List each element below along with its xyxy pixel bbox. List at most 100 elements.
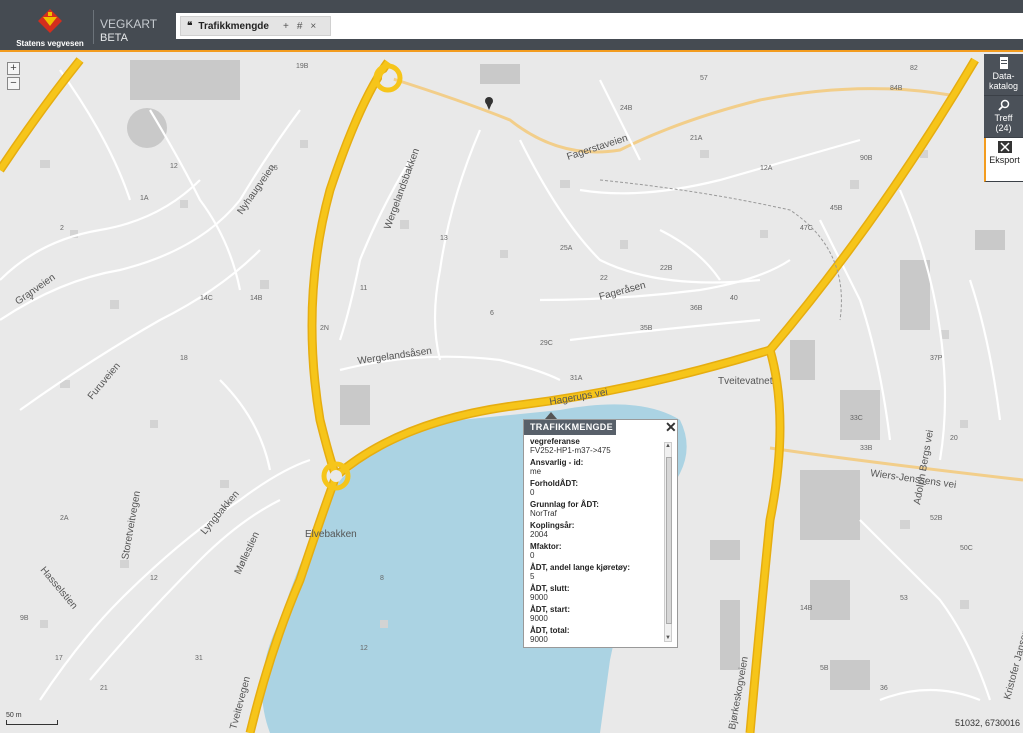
app-title: VEGKART	[100, 17, 158, 31]
attr-row: Mfaktor: 0	[530, 542, 562, 560]
statens-vegvesen-logo[interactable]: Statens vegvesen	[10, 6, 90, 48]
svg-text:9B: 9B	[20, 615, 29, 622]
svg-text:12A: 12A	[760, 165, 773, 172]
svg-text:84B: 84B	[890, 85, 903, 92]
attr-row: Koplingsår: 2004	[530, 521, 575, 539]
datakatalog-label-2: katalog	[988, 81, 1019, 91]
svg-text:17: 17	[55, 655, 63, 662]
attr-row: ForholdÅDT: 0	[530, 479, 578, 497]
attr-row: Grunnlag for ÅDT: NorTraf	[530, 500, 599, 518]
coordinate-readout: 51032, 6730016	[955, 718, 1021, 728]
export-icon	[986, 141, 1023, 153]
map-canvas[interactable]: Hagerups vei Wergelandsåsen Fageråsen El…	[0, 54, 1023, 733]
svg-text:22: 22	[600, 275, 608, 282]
svg-text:82: 82	[910, 65, 918, 72]
chip-label: Trafikkmengde	[198, 20, 269, 32]
svg-text:31A: 31A	[570, 375, 583, 382]
svg-text:12: 12	[150, 575, 158, 582]
svg-text:13: 13	[440, 235, 448, 242]
close-icon[interactable]: ✕	[665, 420, 677, 434]
scale-line	[6, 720, 58, 725]
svg-text:2A: 2A	[60, 515, 69, 522]
document-icon	[984, 57, 1023, 69]
search-icon	[984, 99, 1023, 111]
zoom-out-button[interactable]: −	[7, 77, 20, 90]
svg-text:4: 4	[30, 295, 34, 302]
popup-scrollbar[interactable]: ▲ ▼	[664, 442, 672, 642]
svg-text:33C: 33C	[850, 415, 863, 422]
svg-text:37P: 37P	[930, 355, 943, 362]
map-svg: Hagerups vei Wergelandsåsen Fageråsen El…	[0, 54, 1023, 733]
svg-text:15: 15	[270, 165, 278, 172]
svg-text:21A: 21A	[690, 135, 703, 142]
scroll-down-icon[interactable]: ▼	[665, 635, 671, 641]
svg-text:24B: 24B	[620, 105, 633, 112]
popup-pointer	[545, 412, 557, 419]
svg-text:45B: 45B	[830, 205, 843, 212]
search-bar[interactable]: ❝ Trafikkmengde + # ×	[176, 13, 1023, 39]
svg-text:50C: 50C	[960, 545, 973, 552]
svg-text:53: 53	[900, 595, 908, 602]
zoom-controls: + −	[7, 62, 20, 92]
attr-row: vegreferanse FV252-HP1-m37->475	[530, 437, 611, 455]
logo-text: Statens vegvesen	[16, 39, 84, 48]
svg-text:6: 6	[490, 310, 494, 317]
road-label-tveitevatnet: Tveitevatnet	[718, 376, 773, 387]
svg-text:33B: 33B	[860, 445, 873, 452]
svg-text:31: 31	[195, 655, 203, 662]
svg-text:29C: 29C	[540, 340, 553, 347]
header-divider	[93, 10, 94, 44]
feature-popup: TRAFIKKMENGDE ✕ vegreferanse FV252-HP1-m3…	[523, 419, 678, 648]
add-icon[interactable]: +	[283, 21, 289, 32]
filter-icon[interactable]: #	[297, 21, 303, 32]
scale-bar: 50 m	[6, 712, 58, 725]
svg-text:22B: 22B	[660, 265, 673, 272]
svg-text:20: 20	[950, 435, 958, 442]
svg-text:12: 12	[170, 163, 178, 170]
right-toolbar: Data- katalog Treff (24) Eksport	[984, 54, 1023, 182]
svg-text:35B: 35B	[640, 325, 653, 332]
svg-text:52B: 52B	[930, 515, 943, 522]
svg-text:12: 12	[360, 645, 368, 652]
svg-text:25A: 25A	[560, 245, 573, 252]
attr-row: Ansvarlig - id: me	[530, 458, 584, 476]
svg-text:36: 36	[880, 685, 888, 692]
treff-button[interactable]: Treff (24)	[984, 96, 1023, 138]
zoom-in-button[interactable]: +	[7, 62, 20, 75]
eksport-label: Eksport	[989, 155, 1020, 165]
logo-icon	[37, 8, 63, 34]
datakatalog-button[interactable]: Data- katalog	[984, 54, 1023, 96]
svg-text:5B: 5B	[820, 665, 829, 672]
svg-text:14B: 14B	[800, 605, 813, 612]
svg-text:21: 21	[100, 685, 108, 692]
popup-title: TRAFIKKMENGDE	[524, 420, 616, 435]
app-header: Statens vegvesen VEGKART BETA ❝ Trafikkm…	[0, 0, 1023, 52]
attr-row: ÅDT, slutt: 9000	[530, 584, 570, 602]
datakatalog-label-1: Data-	[992, 71, 1015, 81]
svg-text:2: 2	[60, 225, 64, 232]
svg-text:14B: 14B	[250, 295, 263, 302]
popup-attributes: vegreferanse FV252-HP1-m37->475 Ansvarlig…	[530, 437, 662, 642]
svg-text:14C: 14C	[200, 295, 213, 302]
svg-text:36B: 36B	[690, 305, 703, 312]
close-chip-icon[interactable]: ×	[310, 21, 316, 32]
scale-label: 50 m	[6, 712, 22, 719]
layer-chip-trafikkmengde[interactable]: ❝ Trafikkmengde + # ×	[180, 16, 332, 36]
svg-text:1A: 1A	[140, 195, 149, 202]
svg-text:11: 11	[360, 285, 367, 292]
scroll-thumb[interactable]	[666, 457, 672, 624]
attr-row: ÅDT, andel lange kjøretøy: 5	[530, 563, 631, 581]
scroll-up-icon[interactable]: ▲	[665, 443, 671, 449]
svg-text:57: 57	[700, 75, 708, 82]
attr-row: ÅDT, total: 9000	[530, 626, 570, 642]
svg-text:40: 40	[730, 295, 738, 302]
svg-text:90B: 90B	[860, 155, 873, 162]
treff-label: Treff	[994, 113, 1013, 123]
attr-row: ÅDT, start: 9000	[530, 605, 571, 623]
quote-icon: ❝	[187, 20, 193, 32]
svg-text:19B: 19B	[296, 63, 309, 70]
svg-text:8: 8	[380, 575, 384, 582]
svg-text:47C: 47C	[800, 225, 813, 232]
eksport-button[interactable]: Eksport	[984, 138, 1023, 182]
road-label-elvebakken: Elvebakken	[305, 529, 357, 540]
